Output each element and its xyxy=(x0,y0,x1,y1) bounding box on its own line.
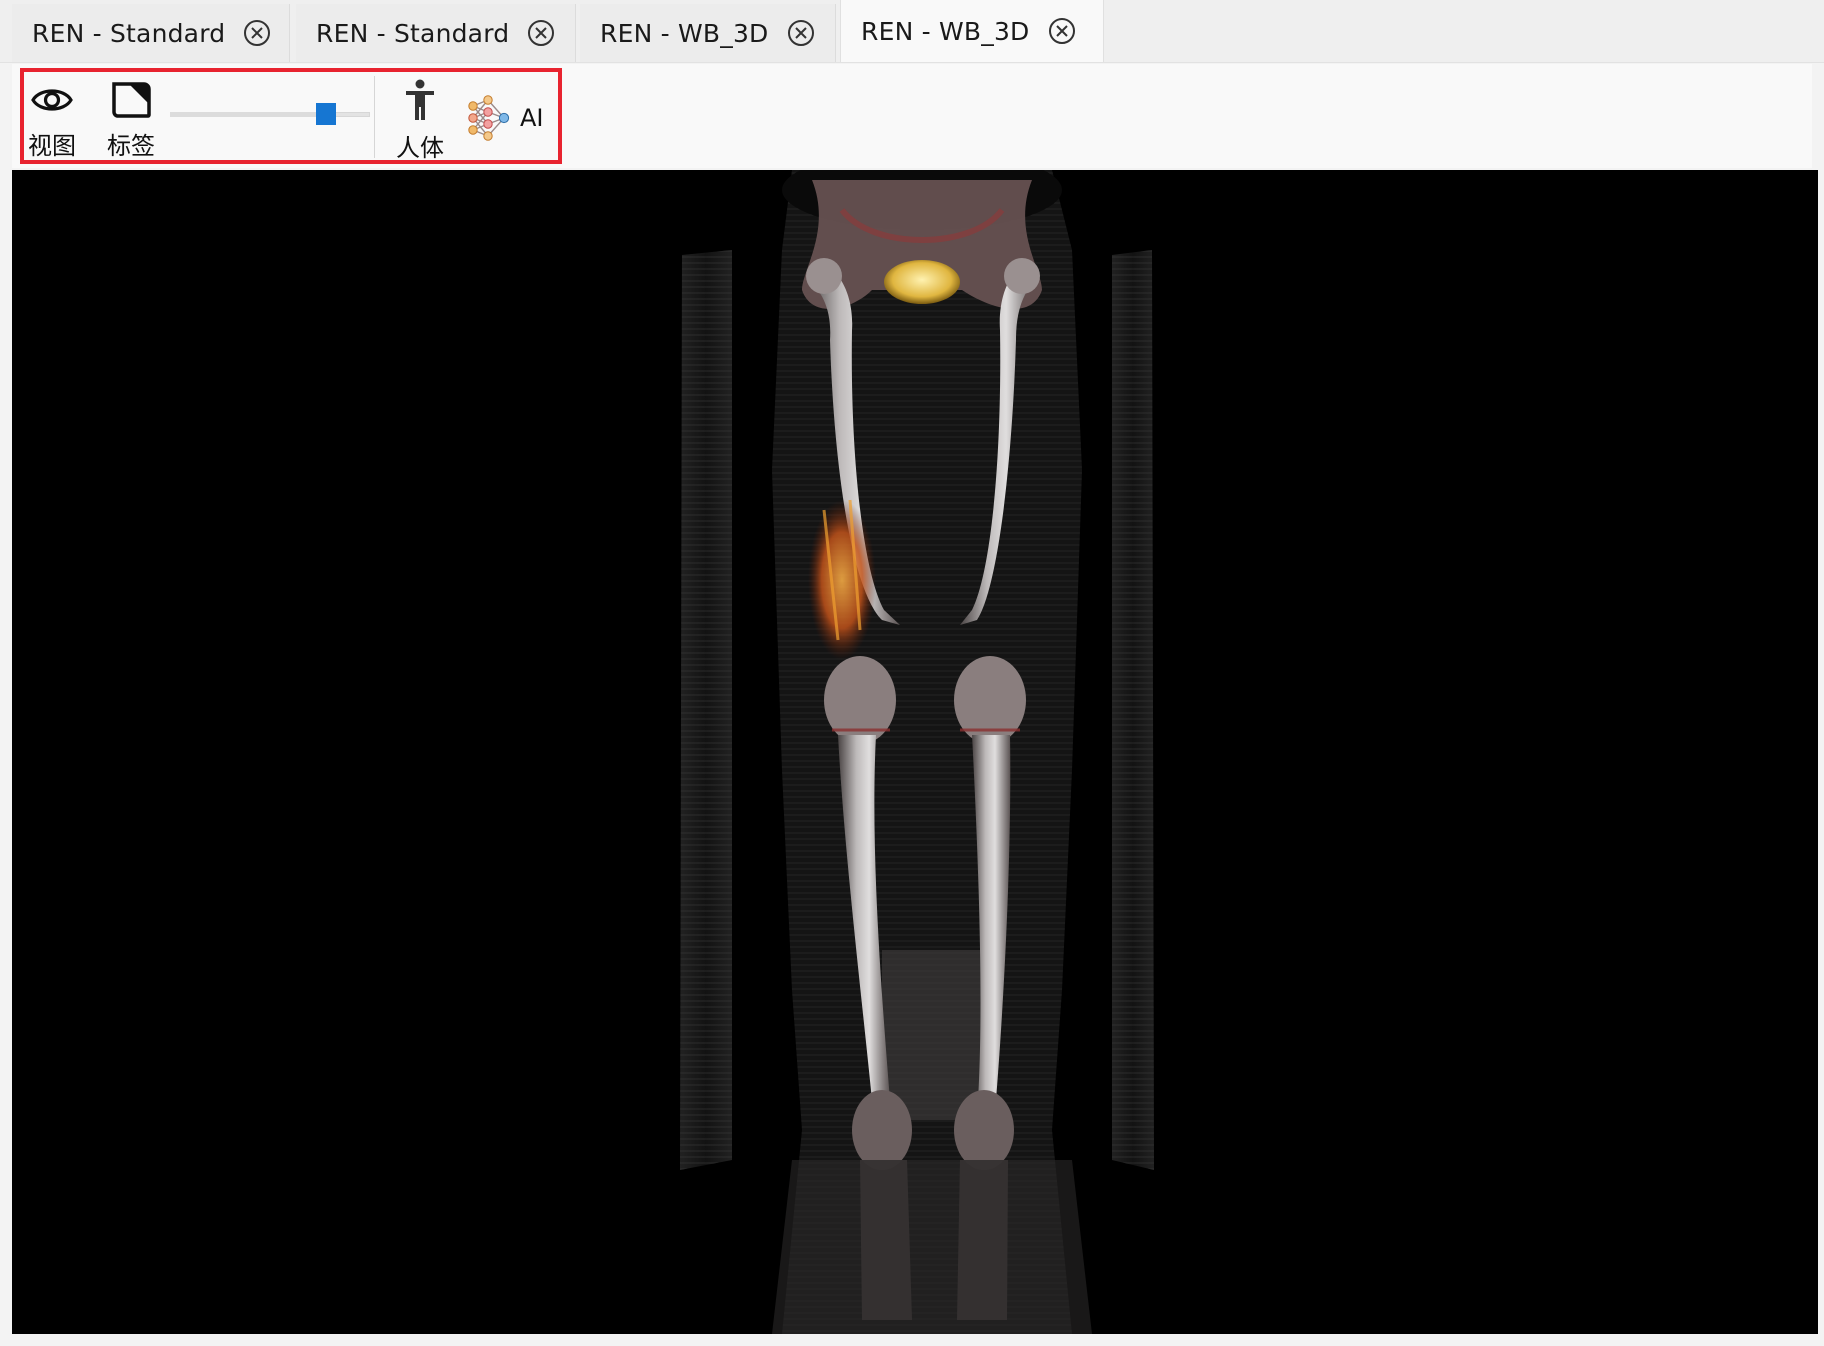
tag-label: 标签 xyxy=(107,132,155,160)
eye-icon xyxy=(30,80,74,124)
neural-network-icon xyxy=(466,94,516,146)
view-label: 视图 xyxy=(28,132,76,160)
opacity-slider[interactable] xyxy=(170,103,370,125)
person-icon xyxy=(400,78,440,126)
ai-label: AI xyxy=(520,104,544,132)
close-icon[interactable] xyxy=(527,19,555,47)
toolbar-separator xyxy=(374,76,375,158)
tab-label: REN - WB_3D xyxy=(861,16,1030,46)
app-window: REN - Standard REN - Standard REN - WB_3… xyxy=(0,0,1824,1346)
view-button[interactable]: 视图 xyxy=(28,80,76,161)
close-icon[interactable] xyxy=(1048,17,1076,45)
body-label: 人体 xyxy=(396,134,444,162)
lesion-hotspot xyxy=(808,500,876,660)
tag-button[interactable]: 标签 xyxy=(107,80,155,161)
close-icon[interactable] xyxy=(243,19,271,47)
bladder-hotspot xyxy=(884,260,960,304)
tab-label: REN - WB_3D xyxy=(600,18,769,48)
volume-rendering xyxy=(680,170,1154,1334)
3d-viewport[interactable] xyxy=(12,170,1818,1334)
ai-button[interactable] xyxy=(466,94,516,146)
tab-ren-standard-1[interactable]: REN - Standard xyxy=(12,4,290,62)
foot-support xyxy=(772,1160,1092,1334)
slider-fill xyxy=(170,112,326,117)
body-button[interactable]: 人体 xyxy=(396,78,444,163)
slider-thumb[interactable] xyxy=(316,103,336,125)
tab-label: REN - Standard xyxy=(32,18,226,48)
label-corner-icon xyxy=(109,80,153,124)
femoral-head-left xyxy=(1004,258,1040,294)
tab-ren-wb3d-2-active[interactable]: REN - WB_3D xyxy=(840,0,1104,62)
tab-ren-wb3d-1[interactable]: REN - WB_3D xyxy=(580,4,836,62)
ankle-left xyxy=(954,1090,1014,1170)
close-icon[interactable] xyxy=(787,19,815,47)
tab-ren-standard-2[interactable]: REN - Standard xyxy=(296,4,576,62)
femoral-head-right xyxy=(806,258,842,294)
tab-bar: REN - Standard REN - Standard REN - WB_3… xyxy=(0,0,1824,63)
tab-label: REN - Standard xyxy=(316,18,510,48)
ankle-right xyxy=(852,1090,912,1170)
